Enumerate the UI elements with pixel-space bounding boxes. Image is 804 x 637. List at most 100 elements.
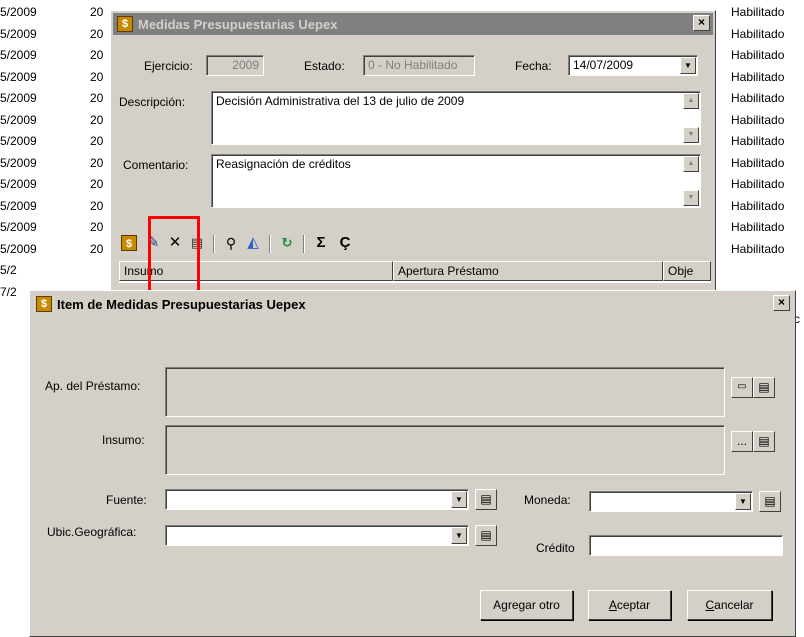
background-row-date: 5/2009 [0,134,37,148]
background-row-date: 5/2009 [0,220,37,234]
medidas-close-button[interactable]: × [693,15,710,31]
background-row-status: Habilitado [731,26,785,41]
background-row-status: Habilitado [731,177,785,191]
binoculars-icon[interactable]: ⚲ [221,233,241,253]
prestamo-field[interactable] [165,367,725,417]
fecha-dropdown-arrow-icon[interactable]: ▼ [680,57,696,74]
prestamo-properties-icon[interactable]: ▤ [753,377,775,398]
cancelar-accesskey: C [705,598,715,612]
background-row-status: Habilitado [731,48,785,62]
comentario-value: Reasignación de créditos [216,157,351,171]
medidas-titlebar[interactable]: $ Medidas Presupuestarias Uepex × [113,13,713,35]
estado-field[interactable]: 0 - No Habilitado [363,55,475,76]
background-row-date: 7/2 [0,284,17,299]
aceptar-button[interactable]: Aceptar [588,590,671,620]
background-row-status: Habilitado [731,5,785,19]
fecha-select[interactable]: 14/07/2009 ▼ [568,55,698,76]
descripcion-label: Descripción: [119,95,186,109]
background-row-date: 5/2009 [0,241,37,256]
grid-header-objeto[interactable]: Obje [663,261,711,281]
toolbar-separator [213,235,215,253]
moneda-dropdown-arrow-icon[interactable]: ▼ [735,493,751,510]
insumo-ellipsis-button[interactable]: ... [731,431,753,452]
comentario-textarea[interactable]: Reasignación de créditos ▲ ▼ [211,154,701,208]
background-row-year: 20 [90,112,104,127]
comentario-label: Comentario: [123,158,189,172]
background-row-status: Habilitado [731,112,785,127]
background-row-status: Habilitado [731,134,785,148]
background-row-date: 5/2009 [0,112,37,127]
background-row-year: 20 [90,91,104,105]
background-row-year: 20 [90,48,104,62]
descripcion-scroll-down-icon[interactable]: ▼ [683,127,699,143]
background-row-year: 20 [90,5,104,19]
background-row-date: 5/2009 [0,198,37,213]
background-row-status: Habilitado [731,91,785,105]
comentario-scroll-down-icon[interactable]: ▼ [683,190,699,206]
fecha-value: 14/07/2009 [573,58,634,72]
prestamo-browse-button[interactable]: ▭ [731,377,753,398]
aceptar-accesskey: A [608,598,617,612]
moneda-properties-icon[interactable]: ▤ [759,491,781,512]
background-row-year: 20 [90,155,104,170]
cedilla-icon[interactable]: Ç [335,233,355,253]
background-row-status: Habilitado [731,220,785,234]
ejercicio-label: Ejercicio: [144,59,193,73]
item-close-button[interactable]: × [773,295,790,311]
medidas-window: $ Medidas Presupuestarias Uepex × Ejerci… [110,10,716,295]
credito-field[interactable] [589,535,783,556]
ubic-dropdown-arrow-icon[interactable]: ▼ [451,527,467,544]
background-row-status: Habilitado [731,69,785,84]
cancelar-button[interactable]: Cancelar [687,590,772,620]
app-icon: $ [36,296,52,312]
item-title: Item de Medidas Presupuestarias Uepex [57,296,306,312]
items-grid: Insumo Apertura Préstamo Obje [119,261,711,283]
medidas-title: Medidas Presupuestarias Uepex [138,16,338,32]
fuente-properties-icon[interactable]: ▤ [475,489,497,510]
descripcion-scroll-up-icon[interactable]: ▲ [683,93,699,109]
item-window: $ Item de Medidas Presupuestarias Uepex … [29,290,796,637]
app-logo-icon[interactable]: $ [121,235,137,251]
prestamo-label: Ap. del Préstamo: [45,379,141,393]
background-row-year: 20 [90,177,104,191]
background-row-date: 5/2009 [0,91,37,105]
fuente-select[interactable]: ▼ [165,489,469,510]
grid-header-apertura[interactable]: Apertura Préstamo [393,261,663,281]
insumo-field[interactable] [165,425,725,475]
insumo-properties-icon[interactable]: ▤ [753,431,775,452]
ubic-select[interactable]: ▼ [165,525,469,546]
refresh-icon[interactable]: ↻ [277,233,297,253]
ubic-properties-icon[interactable]: ▤ [475,525,497,546]
background-row-date: 5/2009 [0,177,37,191]
background-row-status: Habilitado [731,155,785,170]
fecha-label: Fecha: [515,59,552,73]
background-row-date: 5/2009 [0,26,37,41]
background-row-date: 5/2 [0,263,17,277]
background-row-year: 20 [90,241,104,256]
comentario-scroll-up-icon[interactable]: ▲ [683,156,699,172]
aceptar-label-rest: ceptar [616,598,651,612]
moneda-select[interactable]: ▼ [589,491,753,512]
insumo-label: Insumo: [102,433,145,447]
background-row-year: 20 [90,198,104,213]
item-titlebar[interactable]: $ Item de Medidas Presupuestarias Uepex … [32,293,793,315]
cancelar-label-rest: ancelar [714,598,754,612]
background-row-year [90,260,106,281]
sigma-icon[interactable]: Σ [311,233,331,253]
descripcion-textarea[interactable]: Decisión Administrativa del 13 de julio … [211,91,701,145]
toolbar-separator [269,235,271,253]
app-icon: $ [117,16,133,32]
credito-label: Crédito [536,541,575,555]
background-row-status: Habilitado [731,241,785,256]
descripcion-value: Decisión Administrativa del 13 de julio … [216,94,465,108]
ejercicio-field[interactable]: 2009 [206,55,264,76]
fuente-dropdown-arrow-icon[interactable]: ▼ [451,491,467,508]
agregar-otro-button[interactable]: Agregar otro [480,590,573,620]
background-row-status: Habilitado [731,198,785,213]
background-row-year: 20 [90,69,104,84]
highlight-box [148,216,200,294]
ubic-label: Ubic.Geográfica: [47,525,137,539]
filter-icon[interactable]: ◭ [243,233,263,253]
background-row-date: 5/2009 [0,155,37,170]
fuente-label: Fuente: [106,493,147,507]
